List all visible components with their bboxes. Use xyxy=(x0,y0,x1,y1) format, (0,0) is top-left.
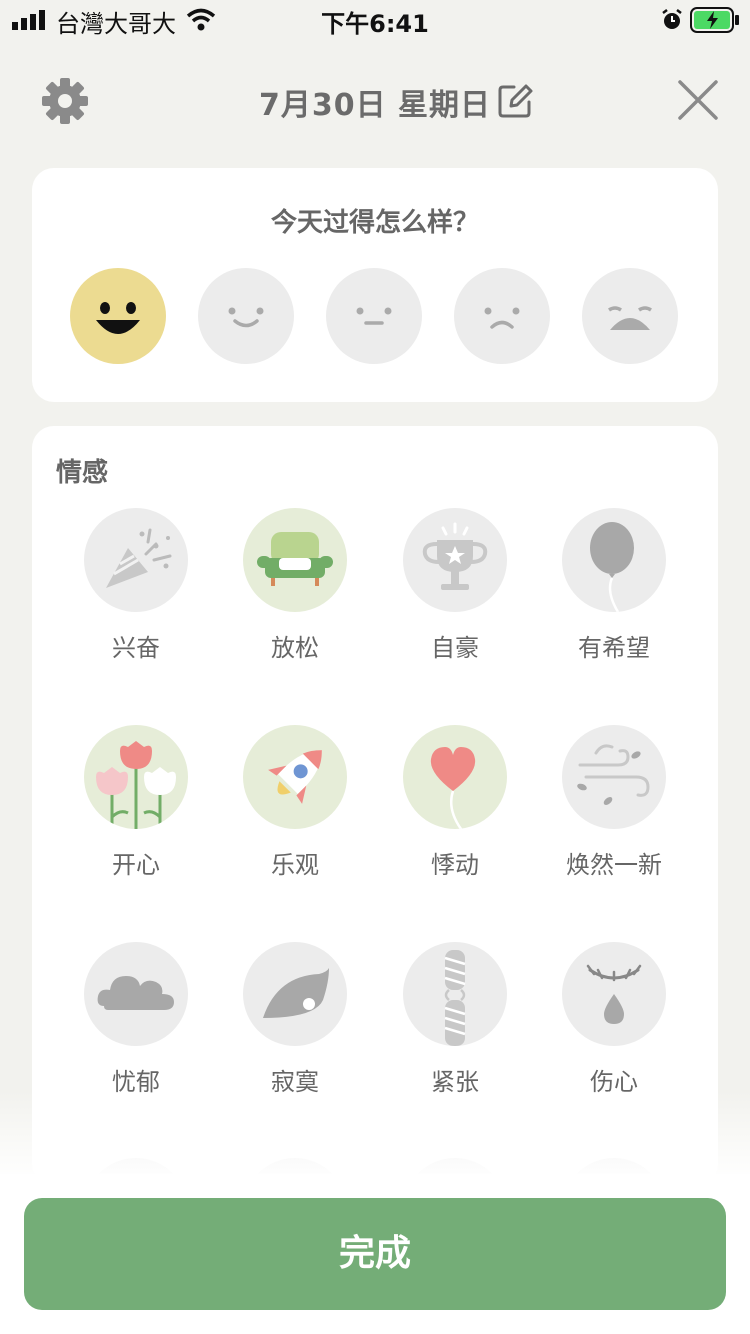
emotion-lonely[interactable]: 寂寞 xyxy=(225,942,365,1097)
happy-face-icon[interactable] xyxy=(198,268,294,364)
emotion-label: 放松 xyxy=(271,634,319,662)
emotion-label: 自豪 xyxy=(431,634,479,662)
clock: 下午6:41 xyxy=(321,10,429,38)
emotion-label: 焕然一新 xyxy=(566,851,662,879)
mood-question: 今天过得怎么样？ xyxy=(270,208,479,238)
footer: 完成 xyxy=(0,1174,750,1334)
emotion-label: 兴奋 xyxy=(112,634,160,662)
edit-icon[interactable] xyxy=(496,82,534,120)
leaf-icon xyxy=(243,942,347,1046)
cloud-icon xyxy=(84,942,188,1046)
emotion-sad[interactable]: 伤心 xyxy=(544,942,684,1097)
done-button[interactable]: 完成 xyxy=(24,1198,726,1310)
emotion-proud[interactable]: 自豪 xyxy=(385,508,525,663)
emotion-happy[interactable]: 开心 xyxy=(66,725,206,880)
teardrop-icon xyxy=(562,942,666,1046)
emotion-nervous[interactable]: 紧张 xyxy=(385,942,525,1097)
battery-icon xyxy=(690,7,739,33)
party-popper-icon xyxy=(84,508,188,612)
very-happy-face-icon[interactable] xyxy=(70,268,166,364)
tulips-icon xyxy=(84,725,188,829)
alarm-icon xyxy=(662,9,682,29)
emotion-refreshed[interactable]: 焕然一新 xyxy=(544,725,684,880)
emotion-optimistic[interactable]: 乐观 xyxy=(225,725,365,880)
sad-face-icon[interactable] xyxy=(454,268,550,364)
emotion-gloomy[interactable]: 忧郁 xyxy=(66,942,206,1097)
neutral-face-icon[interactable] xyxy=(326,268,422,364)
date-title: 7月30日 星期日 xyxy=(0,80,750,124)
emotions-card: 情感 兴奋 放松 自豪 有希望 开心 乐观 悸动 焕然一新 忧郁 寂寞 紧张 伤… xyxy=(32,426,718,1262)
emotion-hopeful[interactable]: 有希望 xyxy=(544,508,684,663)
emotion-label: 乐观 xyxy=(271,851,319,879)
rocket-icon xyxy=(243,725,347,829)
armchair-icon xyxy=(243,508,347,612)
trophy-icon xyxy=(403,508,507,612)
emotion-excited[interactable]: 兴奋 xyxy=(66,508,206,663)
scroll-fade xyxy=(0,1090,750,1180)
mood-card: 今天过得怎么样？ xyxy=(32,168,718,402)
emotion-relaxed[interactable]: 放松 xyxy=(225,508,365,663)
emotion-label: 开心 xyxy=(112,851,160,879)
heart-balloon-icon xyxy=(403,725,507,829)
emotion-label: 有希望 xyxy=(578,634,650,662)
breeze-icon xyxy=(562,725,666,829)
twisted-rope-icon xyxy=(403,942,507,1046)
header: 7月30日 星期日 xyxy=(0,60,750,140)
date-title-text: 7月30日 星期日 xyxy=(258,88,492,123)
emotion-thrilled[interactable]: 悸动 xyxy=(385,725,525,880)
emotions-title: 情感 xyxy=(56,458,109,488)
status-bar: 台灣大哥大 下午6:41 xyxy=(0,0,750,40)
balloon-icon xyxy=(562,508,666,612)
crying-face-icon[interactable] xyxy=(582,268,678,364)
emotion-label: 悸动 xyxy=(431,851,479,879)
close-icon[interactable] xyxy=(678,80,718,120)
